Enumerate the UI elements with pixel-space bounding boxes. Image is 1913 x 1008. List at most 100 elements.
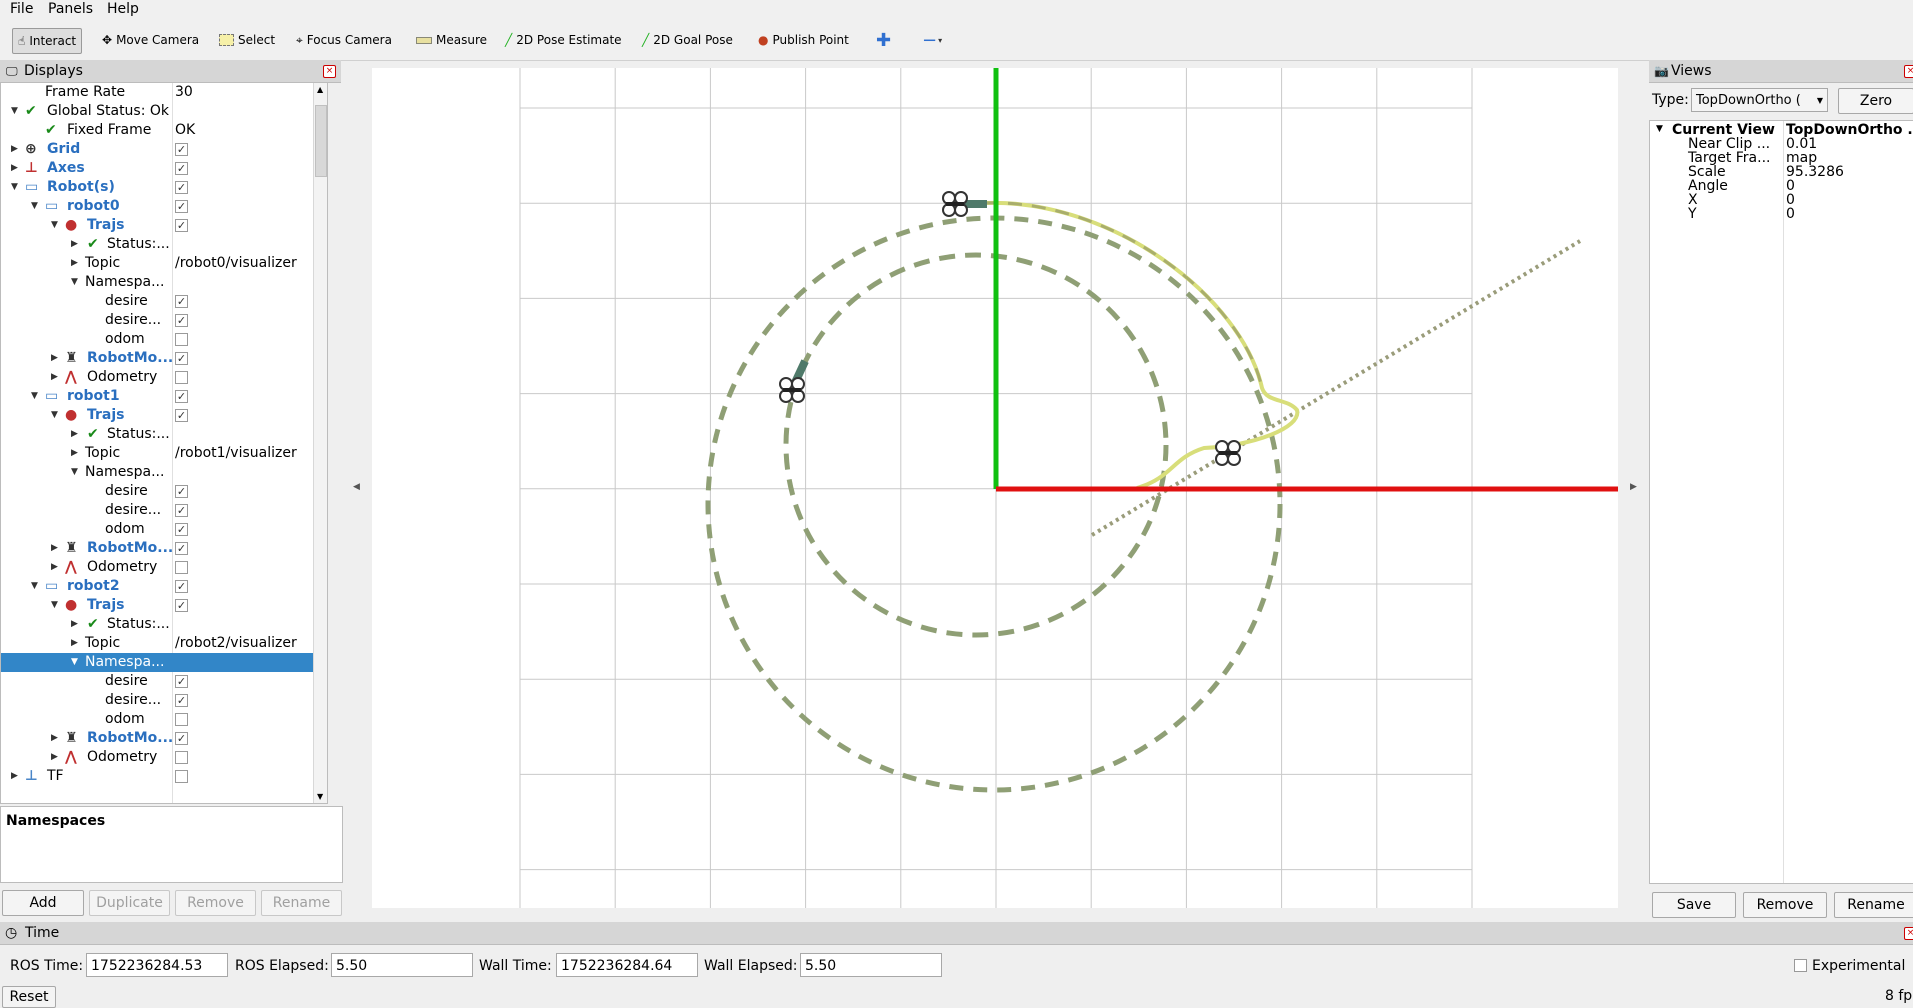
collapse-arrow-icon[interactable]: ▶ [11,159,18,178]
publish-point-tool[interactable]: ● Publish Point [758,28,849,52]
collapse-arrow-icon[interactable]: ▶ [71,634,78,653]
expand-arrow-icon[interactable]: ▼ [71,273,78,292]
collapse-arrow-icon[interactable]: ▶ [11,140,18,159]
enable-checkbox[interactable] [175,713,188,726]
display-tree-row[interactable]: ▶ ✔ Status:... [1,425,327,444]
enable-checkbox[interactable]: ✓ [175,200,188,213]
display-tree-row[interactable]: ▶ ♜ RobotMo... ✓ [1,729,327,748]
goal-pose-tool[interactable]: ╱ 2D Goal Pose [642,28,733,52]
display-tree-row[interactable]: desire... ✓ [1,501,327,520]
display-tree-row[interactable]: desire ✓ [1,482,327,501]
measure-tool[interactable]: Measure [416,28,487,52]
display-tree-row[interactable]: ▼ ▭ robot0 ✓ [1,197,327,216]
display-tree-row[interactable]: ▶ ♜ RobotMo... ✓ [1,349,327,368]
enable-checkbox[interactable]: ✓ [175,599,188,612]
display-tree-row[interactable]: odom [1,330,327,349]
enable-checkbox[interactable] [175,770,188,783]
scroll-thumb[interactable] [315,105,327,177]
display-tree-value[interactable]: OK [175,121,195,140]
display-tree-row[interactable]: ▶ Topic/robot0/visualizer [1,254,327,273]
expand-arrow-icon[interactable]: ▼ [71,463,78,482]
collapse-arrow-icon[interactable]: ▶ [71,425,78,444]
menu-file[interactable]: File [10,1,33,17]
view-property-value[interactable]: 0 [1786,206,1795,222]
duplicate-button[interactable]: Duplicate [89,890,170,916]
collapse-arrow-icon[interactable]: ▶ [51,558,58,577]
enable-checkbox[interactable] [175,751,188,764]
collapse-arrow-icon[interactable]: ▶ [51,729,58,748]
display-tree-row[interactable]: ▼ ✔ Global Status: Ok [1,102,327,121]
reset-button[interactable]: Reset [2,986,56,1008]
expand-arrow-icon[interactable]: ▼ [51,216,58,235]
rename-view-button[interactable]: Rename [1834,892,1913,918]
collapse-right-icon[interactable]: ▶ [1630,482,1637,492]
display-tree-row[interactable]: ▶ ✔ Status:... [1,615,327,634]
close-icon[interactable]: × [1904,927,1913,940]
enable-checkbox[interactable]: ✓ [175,143,188,156]
wall-time-field[interactable]: 1752236284.64 [556,953,698,977]
expand-arrow-icon[interactable]: ▼ [51,406,58,425]
collapse-arrow-icon[interactable]: ▶ [71,254,78,273]
focus-camera-tool[interactable]: ⌖ Focus Camera [296,28,392,52]
enable-checkbox[interactable]: ✓ [175,580,188,593]
view-properties-tree[interactable]: ▼ Current View TopDownOrtho ... Near Cli… [1649,120,1913,884]
display-tree-row[interactable]: ▼ ● Trajs ✓ [1,216,327,235]
menu-help[interactable]: Help [107,1,139,17]
expand-arrow-icon[interactable]: ▼ [31,577,38,596]
display-tree-row[interactable]: desire... ✓ [1,691,327,710]
rename-button[interactable]: Rename [261,890,342,916]
enable-checkbox[interactable]: ✓ [175,675,188,688]
ros-time-field[interactable]: 1752236284.53 [86,953,228,977]
collapse-arrow-icon[interactable]: ▶ [51,539,58,558]
displays-tree[interactable]: Frame Rate 30 ▼ ✔ Global Status: Ok ✔ Fixed Fr… [0,82,328,804]
display-tree-row[interactable]: ▶ ⊕ Grid ✓ [1,140,327,159]
enable-checkbox[interactable]: ✓ [175,352,188,365]
scene-canvas[interactable] [372,68,1618,908]
collapse-arrow-icon[interactable]: ▶ [51,368,58,387]
display-tree-row[interactable]: ▶ ⊥ Axes ✓ [1,159,327,178]
collapse-arrow-icon[interactable]: ▶ [51,349,58,368]
display-tree-row[interactable]: Frame Rate 30 [1,83,327,102]
display-tree-row[interactable]: odom [1,710,327,729]
collapse-arrow-icon[interactable]: ▶ [71,615,78,634]
pose-estimate-tool[interactable]: ╱ 2D Pose Estimate [505,28,622,52]
view-type-select[interactable]: TopDownOrtho ( ▼ [1691,88,1828,112]
remove-tool-button[interactable]: − ▾ [922,28,942,52]
display-tree-row[interactable]: ▶ ♜ RobotMo... ✓ [1,539,327,558]
display-tree-row[interactable]: desire ✓ [1,292,327,311]
display-tree-value[interactable]: /robot1/visualizer [175,444,297,463]
scroll-down-icon[interactable]: ▼ [317,792,323,801]
remove-button[interactable]: Remove [175,890,256,916]
enable-checkbox[interactable] [175,561,188,574]
add-button[interactable]: Add [2,890,84,916]
display-tree-row[interactable]: ▶ ⊥ TF [1,767,327,786]
expand-arrow-icon[interactable]: ▼ [51,596,58,615]
collapse-arrow-icon[interactable]: ▶ [51,748,58,767]
vertical-scrollbar[interactable]: ▲ ▼ [313,83,327,803]
enable-checkbox[interactable]: ✓ [175,295,188,308]
display-tree-row[interactable]: desire ✓ [1,672,327,691]
enable-checkbox[interactable]: ✓ [175,219,188,232]
display-tree-row[interactable]: odom ✓ [1,520,327,539]
save-view-button[interactable]: Save [1652,892,1736,918]
zero-button[interactable]: Zero [1838,88,1913,114]
enable-checkbox[interactable]: ✓ [175,390,188,403]
display-tree-row[interactable]: ▶ Topic/robot1/visualizer [1,444,327,463]
display-tree-row[interactable]: ✔ Fixed Frame OK [1,121,327,140]
display-tree-row[interactable]: ▶ Topic/robot2/visualizer [1,634,327,653]
enable-checkbox[interactable]: ✓ [175,542,188,555]
expand-arrow-icon[interactable]: ▼ [1656,124,1663,134]
enable-checkbox[interactable]: ✓ [175,314,188,327]
enable-checkbox[interactable]: ✓ [175,694,188,707]
display-tree-row[interactable]: ▼ ▭ robot2 ✓ [1,577,327,596]
display-tree-row[interactable]: desire... ✓ [1,311,327,330]
move-camera-tool[interactable]: ✥ Move Camera [102,28,199,52]
display-tree-row[interactable]: ▶ ⋀ Odometry [1,368,327,387]
wall-elapsed-field[interactable]: 5.50 [800,953,942,977]
enable-checkbox[interactable]: ✓ [175,504,188,517]
display-tree-value[interactable]: 30 [175,83,193,102]
close-icon[interactable]: × [323,65,336,78]
enable-checkbox[interactable]: ✓ [175,485,188,498]
enable-checkbox[interactable] [175,333,188,346]
display-tree-row[interactable]: ▼ ▭ Robot(s) ✓ [1,178,327,197]
